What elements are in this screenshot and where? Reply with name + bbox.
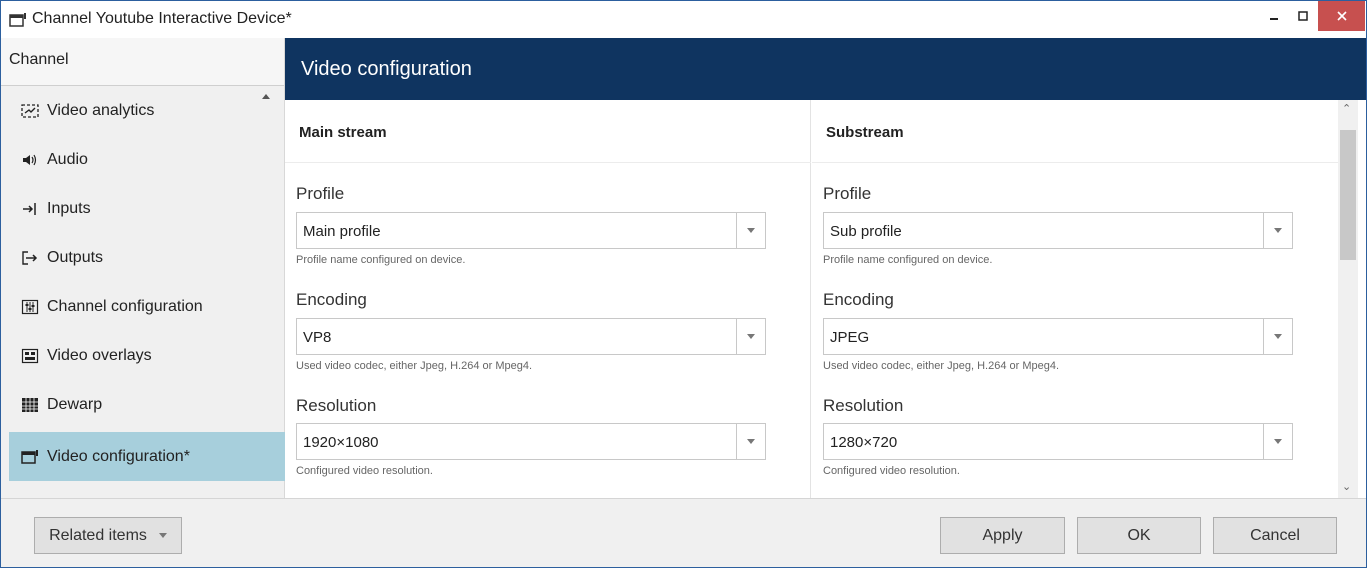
close-icon (1336, 11, 1347, 21)
main-resolution-select[interactable]: 1920×1080 (296, 423, 766, 460)
main-profile-hint: Profile name configured on device. (296, 254, 466, 266)
sub-resolution-hint: Configured video resolution. (823, 465, 960, 477)
sidebar-item-video-configuration[interactable]: Video configuration* (9, 432, 285, 481)
dewarp-grid-icon (19, 396, 41, 414)
substream-title: Substream (826, 124, 904, 141)
dialog-footer: Related items Apply OK Cancel (1, 498, 1366, 567)
main-profile-label: Profile (296, 184, 345, 203)
close-button[interactable] (1318, 1, 1365, 31)
sidebar-item-label: Dewarp (47, 395, 103, 413)
column-divider (285, 162, 811, 163)
sidebar-item-video-analytics[interactable]: Video analytics (9, 86, 285, 135)
sidebar-item-outputs[interactable]: Outputs (9, 233, 285, 282)
chevron-down-icon[interactable] (1263, 213, 1292, 248)
apply-button[interactable]: Apply (940, 517, 1065, 554)
related-items-button[interactable]: Related items (34, 517, 182, 554)
sidebar-item-audio[interactable]: Audio (9, 135, 285, 184)
sidebar-item-label: Channel configuration (47, 297, 203, 315)
video-analytics-icon (19, 102, 41, 120)
title-bar: Channel Youtube Interactive Device* (1, 1, 1366, 38)
sidebar-title: Channel (9, 51, 69, 68)
maximize-button[interactable] (1286, 1, 1320, 31)
chevron-down-icon[interactable] (736, 213, 765, 248)
scrollbar-thumb[interactable] (1340, 130, 1356, 260)
page-title: Video configuration (301, 58, 472, 80)
sub-encoding-value: JPEG (830, 329, 870, 346)
sidebar-item-label: Video analytics (47, 101, 155, 119)
sidebar-item-inputs[interactable]: Inputs (9, 184, 285, 233)
main-encoding-select[interactable]: VP8 (296, 318, 766, 355)
dialog-window: Channel Youtube Interactive Device* Chan… (0, 0, 1367, 568)
sidebar-item-label: Video overlays (47, 346, 152, 364)
sub-profile-select[interactable]: Sub profile (823, 212, 1293, 249)
column-divider (812, 162, 1338, 163)
sidebar-item-label: Inputs (47, 199, 91, 217)
main-resolution-value: 1920×1080 (303, 434, 379, 451)
related-items-label: Related items (49, 526, 147, 544)
cancel-button[interactable]: Cancel (1213, 517, 1337, 554)
sub-profile-hint: Profile name configured on device. (823, 254, 993, 266)
sidebar-item-video-overlays[interactable]: Video overlays (9, 331, 285, 380)
sidebar-item-label: Outputs (47, 248, 104, 266)
sidebar: Channel Video analytics Audio Inputs Out… (1, 38, 285, 498)
chevron-down-icon[interactable] (736, 424, 765, 459)
output-arrow-icon (19, 249, 41, 267)
sub-encoding-label: Encoding (823, 290, 894, 309)
sub-resolution-value: 1280×720 (830, 434, 898, 451)
input-arrow-icon (19, 200, 41, 218)
main-stream-column: Main stream Profile Main profile Profile… (285, 100, 811, 498)
sub-resolution-label: Resolution (823, 396, 904, 415)
sidebar-header: Channel (1, 38, 284, 86)
chevron-down-icon[interactable] (1263, 424, 1292, 459)
chevron-down-icon (158, 533, 167, 538)
sliders-icon (19, 298, 41, 316)
ok-button[interactable]: OK (1077, 517, 1201, 554)
sub-profile-value: Sub profile (830, 223, 902, 240)
sub-encoding-hint: Used video codec, either Jpeg, H.264 or … (823, 360, 1060, 372)
sidebar-item-label: Audio (47, 150, 88, 168)
speaker-icon (19, 151, 41, 169)
sub-encoding-select[interactable]: JPEG (823, 318, 1293, 355)
sub-resolution-select[interactable]: 1280×720 (823, 423, 1293, 460)
main-encoding-label: Encoding (296, 290, 367, 309)
main-panel: Video configuration Main stream Profile … (285, 38, 1366, 498)
main-resolution-hint: Configured video resolution. (296, 465, 433, 477)
main-encoding-hint: Used video codec, either Jpeg, H.264 or … (296, 360, 533, 372)
chevron-down-icon[interactable] (1263, 319, 1292, 354)
main-stream-title: Main stream (299, 124, 387, 141)
video-config-icon (9, 12, 27, 27)
main-resolution-label: Resolution (296, 396, 377, 415)
sidebar-item-channel-configuration[interactable]: Channel configuration (9, 282, 285, 331)
scroll-down-icon[interactable]: ⌄ (1342, 480, 1351, 493)
chevron-down-icon[interactable] (736, 319, 765, 354)
substream-column: Substream Profile Sub profile Profile na… (812, 100, 1338, 498)
window-title: Channel Youtube Interactive Device* (32, 10, 292, 27)
overlay-icon (19, 347, 41, 365)
sidebar-item-dewarp[interactable]: Dewarp (9, 380, 285, 429)
main-header: Video configuration (285, 38, 1366, 100)
vertical-scrollbar[interactable]: ⌃ ⌄ (1338, 100, 1358, 498)
main-profile-select[interactable]: Main profile (296, 212, 766, 249)
main-encoding-value: VP8 (303, 329, 332, 346)
sub-profile-label: Profile (823, 184, 872, 203)
video-config-icon (19, 448, 41, 466)
main-profile-value: Main profile (303, 223, 381, 240)
scroll-up-icon[interactable]: ⌃ (1342, 102, 1351, 115)
sidebar-item-label: Video configuration* (47, 447, 190, 465)
